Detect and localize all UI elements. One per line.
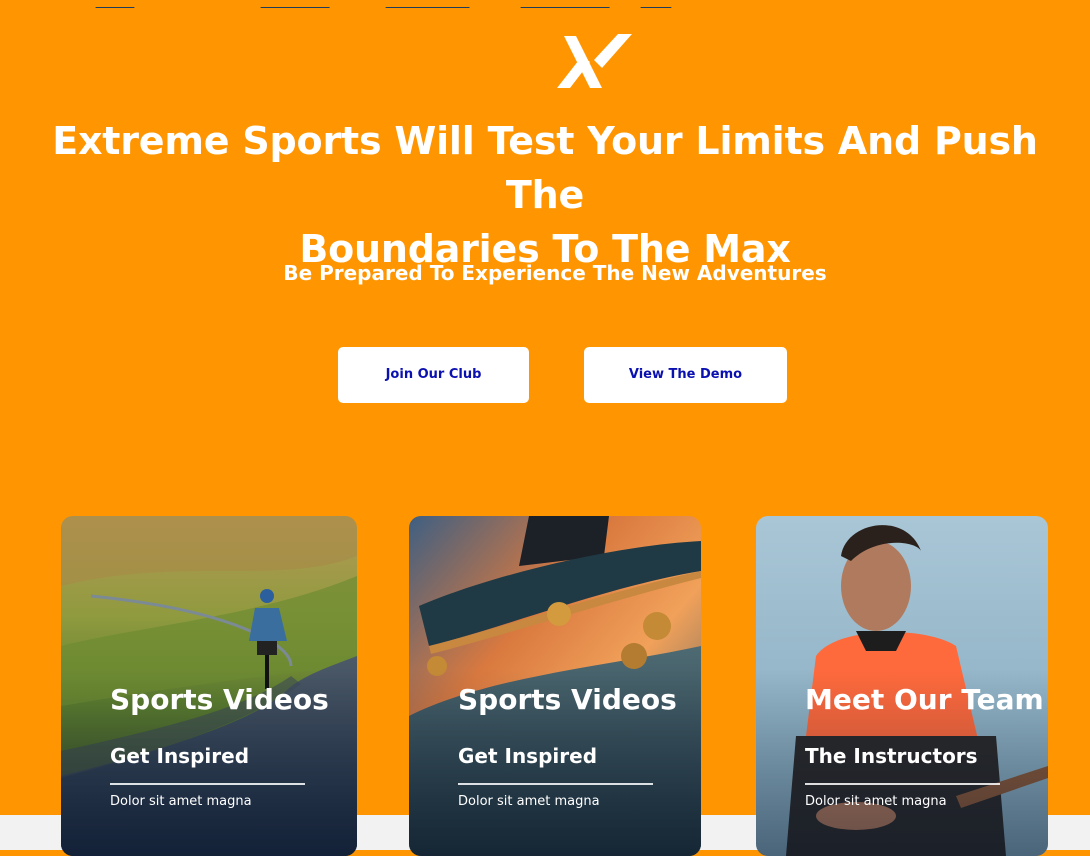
view-the-demo-button[interactable]: View The Demo: [584, 347, 787, 403]
meet-our-team-card[interactable]: Meet Our Team The Instructors Dolor sit …: [756, 516, 1048, 856]
card-subtitle: The Instructors: [805, 744, 978, 768]
top-decorative-graphic: [0, 0, 1090, 8]
sports-videos-card-skateboard[interactable]: Sports Videos Get Inspired Dolor sit ame…: [409, 516, 701, 856]
card-divider: [458, 783, 653, 785]
join-our-club-button[interactable]: Join Our Club: [338, 347, 529, 403]
card-subtitle: Get Inspired: [458, 744, 598, 768]
card-text: Dolor sit amet magna: [805, 794, 947, 809]
card-subtitle: Get Inspired: [110, 744, 250, 768]
card-text: Dolor sit amet magna: [458, 794, 600, 809]
card-divider: [805, 783, 1000, 785]
card-title: Sports Videos: [458, 683, 677, 716]
sports-videos-card-cycling[interactable]: Sports Videos Get Inspired Dolor sit ame…: [61, 516, 357, 856]
card-title: Meet Our Team: [805, 683, 1044, 716]
hero-headline: Extreme Sports Will Test Your Limits And…: [20, 114, 1070, 276]
x-logo-icon[interactable]: [554, 32, 634, 92]
card-text: Dolor sit amet magna: [110, 794, 252, 809]
hero-subheadline: Be Prepared To Experience The New Advent…: [283, 261, 827, 285]
card-divider: [110, 783, 305, 785]
hero-headline-line1: Extreme Sports Will Test Your Limits And…: [52, 119, 1038, 217]
card-title: Sports Videos: [110, 683, 329, 716]
